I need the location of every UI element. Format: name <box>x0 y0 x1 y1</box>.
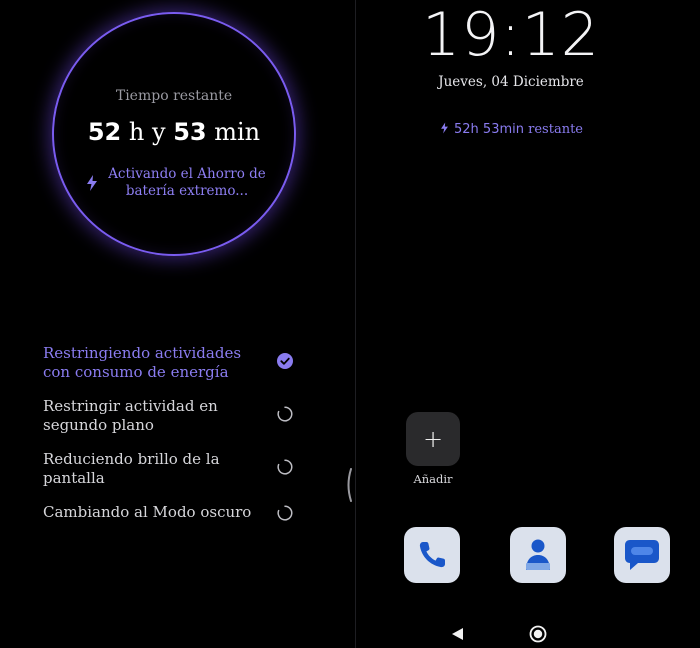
bolt-icon <box>441 122 448 134</box>
remaining-time-ring: Tiempo restante 52 h y 53 min Activando … <box>52 12 296 256</box>
battery-remaining: 52h 53min restante <box>356 121 666 137</box>
saver-status-text: Activando el Ahorro de batería extremo..… <box>108 166 266 199</box>
loading-spinner-icon <box>277 406 293 422</box>
home-icon[interactable] <box>528 624 548 644</box>
plus-icon: + <box>422 425 444 453</box>
home-screen-panel: 19:12 Jueves, 04 Diciembre 52h 53min res… <box>356 0 700 648</box>
remaining-word: restante <box>528 122 583 137</box>
step-label: Restringir actividad en segundo plano <box>43 397 218 434</box>
remaining-minutes: 53 <box>173 118 207 146</box>
saver-status: Activando el Ahorro de batería extremo..… <box>84 166 274 200</box>
add-widget-button[interactable]: + <box>406 412 460 466</box>
remaining-hours: 52 <box>87 118 122 146</box>
contacts-app-button[interactable] <box>510 527 566 583</box>
list-item: Reduciendo brillo de la pantalla <box>43 450 303 503</box>
add-label: Añadir <box>413 472 453 486</box>
minutes-unit: min <box>214 118 261 146</box>
loading-spinner-icon <box>277 505 293 521</box>
saver-steps-list: Restringiendo actividades con consumo de… <box>43 344 303 556</box>
phone-icon <box>419 542 445 568</box>
back-icon[interactable] <box>448 624 468 644</box>
check-circle-icon <box>277 353 293 369</box>
list-item: Restringir actividad en segundo plano <box>43 397 303 450</box>
step-label: Restringiendo actividades con consumo de… <box>43 344 242 381</box>
remaining-time: 52 h y 53 min <box>54 118 294 146</box>
loading-spinner-icon <box>277 459 293 475</box>
contacts-icon <box>526 539 550 570</box>
remaining-value: 52h 53min <box>454 122 524 137</box>
bolt-icon <box>87 175 97 191</box>
clock-date: Jueves, 04 Diciembre <box>438 74 584 90</box>
list-item: Cambiando al Modo oscuro <box>43 503 303 556</box>
hours-separator: h y <box>128 118 166 146</box>
messages-icon <box>625 540 659 570</box>
drag-handle[interactable] <box>345 468 353 502</box>
battery-saver-panel: Tiempo restante 52 h y 53 min Activando … <box>0 0 355 648</box>
step-label: Cambiando al Modo oscuro <box>43 503 252 521</box>
phone-app-button[interactable] <box>404 527 460 583</box>
step-label: Reduciendo brillo de la pantalla <box>43 450 220 487</box>
ring-label: Tiempo restante <box>115 88 233 104</box>
list-item: Restringiendo actividades con consumo de… <box>43 344 303 397</box>
lock-clock: 19:12 <box>422 0 600 70</box>
messages-app-button[interactable] <box>614 527 670 583</box>
